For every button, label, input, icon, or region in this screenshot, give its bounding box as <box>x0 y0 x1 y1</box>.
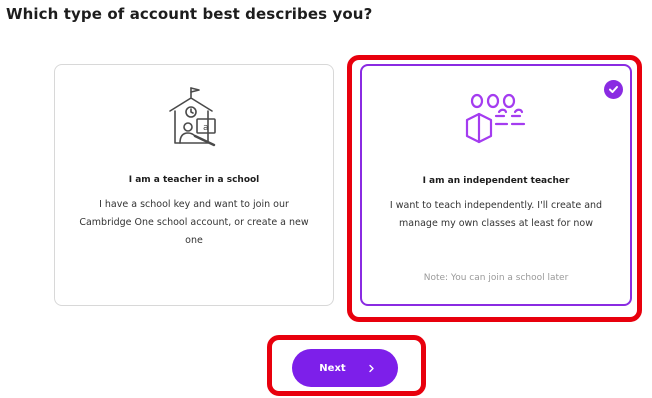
card-note: Note: You can join a school later <box>423 273 569 283</box>
independent-teacher-students-icon <box>464 92 528 148</box>
card-title: I am a teacher in a school <box>128 175 260 185</box>
chevron-right-icon <box>368 364 375 373</box>
next-button[interactable]: Next <box>292 349 398 387</box>
selected-check-icon <box>604 80 623 99</box>
card-description: I want to teach independently. I'll crea… <box>389 200 603 229</box>
next-button-label: Next <box>319 362 346 374</box>
account-type-card-independent[interactable]: I am an independent teacher I want to te… <box>360 64 632 306</box>
account-type-card-school[interactable]: a I am a teacher in a school I have a sc… <box>54 64 334 306</box>
card-description: I have a school key and want to join our… <box>79 199 309 246</box>
page-title: Which type of account best describes you… <box>6 5 373 23</box>
school-building-teacher-icon: a <box>162 85 226 153</box>
card-title: I am an independent teacher <box>422 176 570 186</box>
svg-text:a: a <box>203 123 209 133</box>
